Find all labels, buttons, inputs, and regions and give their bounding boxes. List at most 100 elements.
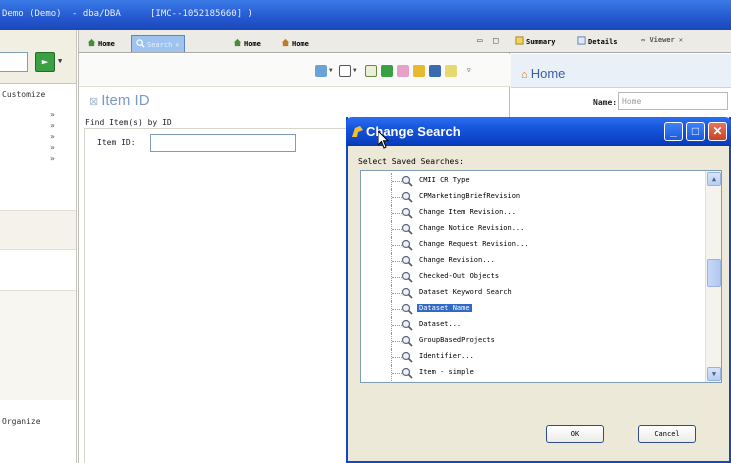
search-toolbar: ▼ ▼ ▽ bbox=[79, 54, 511, 87]
tab-label: Home bbox=[292, 40, 309, 48]
saved-search-label: Dataset Keyword Search bbox=[419, 288, 512, 296]
quick-search-input[interactable] bbox=[0, 52, 28, 72]
home-title-text: Home bbox=[530, 66, 566, 81]
navigate-icon[interactable] bbox=[315, 65, 327, 77]
search-icon bbox=[401, 335, 413, 347]
search-icon bbox=[401, 239, 413, 251]
home-title: ⌂ Home bbox=[521, 66, 565, 81]
saved-search-label: Item - simple bbox=[419, 368, 474, 376]
home-icon bbox=[233, 38, 242, 47]
dialog-titlebar[interactable]: Change Search _ □ ✕ bbox=[346, 117, 731, 146]
name-label: Name: bbox=[593, 98, 618, 107]
search-icon bbox=[401, 271, 413, 283]
saved-search-label: Change Request Revision... bbox=[419, 240, 529, 248]
tab-home-3[interactable]: Home bbox=[277, 35, 313, 52]
home-icon: ⌂ bbox=[521, 69, 531, 81]
save-icon[interactable] bbox=[413, 65, 425, 77]
clear-icon[interactable] bbox=[397, 65, 409, 77]
chevron-down-icon[interactable]: ▼ bbox=[329, 67, 333, 74]
left-link-list: » » » » » bbox=[50, 110, 55, 165]
saved-search-item[interactable]: Change Item Revision... bbox=[361, 205, 707, 221]
view-menu-icon[interactable]: ▽ bbox=[467, 67, 471, 74]
scroll-up-button[interactable]: ▲ bbox=[707, 172, 721, 186]
saved-search-item[interactable]: CPMarketingBriefRevision bbox=[361, 189, 707, 205]
close-button[interactable]: ✕ bbox=[708, 122, 727, 141]
chevron-down-icon[interactable]: ▼ bbox=[353, 67, 357, 74]
tab-home-1[interactable]: Home bbox=[83, 35, 119, 52]
saved-search-item[interactable]: Change Request Revision... bbox=[361, 237, 707, 253]
search-icon bbox=[401, 175, 413, 187]
tab-label: Search bbox=[147, 41, 173, 49]
organize-label[interactable]: Organize bbox=[2, 417, 41, 426]
minimize-button[interactable]: _ bbox=[664, 122, 683, 141]
green-arrow-icon[interactable]: ► bbox=[35, 52, 55, 72]
execute-icon[interactable] bbox=[381, 65, 393, 77]
sort-icon[interactable] bbox=[445, 65, 457, 77]
tab-viewer[interactable]: ⇔ Viewer ✕ bbox=[641, 36, 683, 44]
saved-search-item[interactable]: Checked-Out Objects bbox=[361, 269, 707, 285]
list-item[interactable]: » bbox=[50, 132, 55, 143]
tab-summary[interactable]: Summary bbox=[515, 36, 556, 46]
titlebar-role: - dba/DBA bbox=[72, 9, 121, 19]
tab-search[interactable]: Search ✕ bbox=[131, 35, 185, 52]
search-icon bbox=[401, 223, 413, 235]
close-icon[interactable]: ✕ bbox=[175, 41, 179, 49]
list-item[interactable]: » bbox=[50, 143, 55, 154]
tab-home-2[interactable]: Home bbox=[229, 35, 265, 52]
saved-search-label: Change Revision... bbox=[419, 256, 495, 264]
item-id-label: Item ID: bbox=[97, 138, 136, 147]
item-id-input[interactable] bbox=[150, 134, 296, 152]
close-icon[interactable]: ✕ bbox=[679, 36, 683, 44]
vertical-scrollbar[interactable]: ▲ ▼ bbox=[705, 171, 721, 382]
ok-button[interactable]: OK bbox=[546, 425, 604, 443]
tab-details[interactable]: Details bbox=[577, 36, 618, 46]
saved-search-item[interactable]: Change Revision... bbox=[361, 253, 707, 269]
saved-search-item[interactable]: Dataset Name bbox=[361, 301, 707, 317]
tab-label: Viewer bbox=[649, 36, 675, 44]
document-icon[interactable] bbox=[365, 65, 377, 77]
search-icon bbox=[136, 39, 145, 48]
saved-searches-list[interactable]: ▲ ▼ CMII CR Type CPMarketingBriefRevision… bbox=[360, 170, 722, 383]
details-icon bbox=[577, 36, 586, 45]
maximize-button[interactable]: □ bbox=[686, 122, 705, 141]
saved-search-item[interactable]: Dataset Keyword Search bbox=[361, 285, 707, 301]
item-icon: ⊠ bbox=[89, 96, 99, 108]
window-titlebar: Demo (Demo) - dba/DBA [IMC--1052185660] … bbox=[0, 0, 731, 30]
page-title-text: Item ID bbox=[101, 92, 150, 109]
search-icon bbox=[401, 191, 413, 203]
name-field[interactable]: Home bbox=[618, 92, 728, 110]
tab-label: Home bbox=[98, 40, 115, 48]
find-section-label: Find Item(s) by ID bbox=[85, 118, 172, 127]
saved-search-item[interactable]: Item - simple bbox=[361, 365, 707, 381]
right-tab-bar: Summary Details ⇔ Viewer ✕ bbox=[511, 30, 731, 53]
window-icon[interactable] bbox=[339, 65, 351, 77]
saved-search-item[interactable]: GroupBasedProjects bbox=[361, 333, 707, 349]
scroll-thumb[interactable] bbox=[707, 259, 721, 287]
saved-search-label: CPMarketingBriefRevision bbox=[419, 192, 521, 200]
search-icon bbox=[401, 207, 413, 219]
tab-label: Details bbox=[588, 38, 618, 46]
maximize-icon[interactable]: □ bbox=[493, 36, 498, 46]
scroll-down-button[interactable]: ▼ bbox=[707, 367, 721, 381]
saved-search-item[interactable]: Identifier... bbox=[361, 349, 707, 365]
chevron-down-icon[interactable]: ▼ bbox=[58, 57, 62, 65]
titlebar-server: [IMC--1052185660] ) bbox=[150, 9, 253, 19]
return-icon[interactable] bbox=[429, 65, 441, 77]
list-item[interactable]: » bbox=[50, 154, 55, 165]
tab-label: Summary bbox=[526, 38, 556, 46]
search-icon bbox=[401, 255, 413, 267]
saved-search-item[interactable]: Change Notice Revision... bbox=[361, 221, 707, 237]
summary-icon bbox=[515, 36, 524, 45]
saved-search-label: GroupBasedProjects bbox=[419, 336, 495, 344]
saved-search-label: Dataset Name bbox=[417, 304, 472, 312]
left-section bbox=[0, 290, 76, 400]
saved-search-item[interactable]: Dataset... bbox=[361, 317, 707, 333]
minimize-icon[interactable]: ▭ bbox=[477, 36, 482, 46]
cancel-button[interactable]: Cancel bbox=[638, 425, 696, 443]
list-item[interactable]: » bbox=[50, 110, 55, 121]
change-search-dialog: Change Search _ □ ✕ Select Saved Searche… bbox=[346, 117, 731, 463]
saved-search-item[interactable]: CMII CR Type bbox=[361, 173, 707, 189]
customize-label[interactable]: Customize bbox=[2, 90, 45, 99]
list-item[interactable]: » bbox=[50, 121, 55, 132]
center-tab-bar: Home Search ✕ Home Home ▭ □ bbox=[79, 30, 511, 53]
